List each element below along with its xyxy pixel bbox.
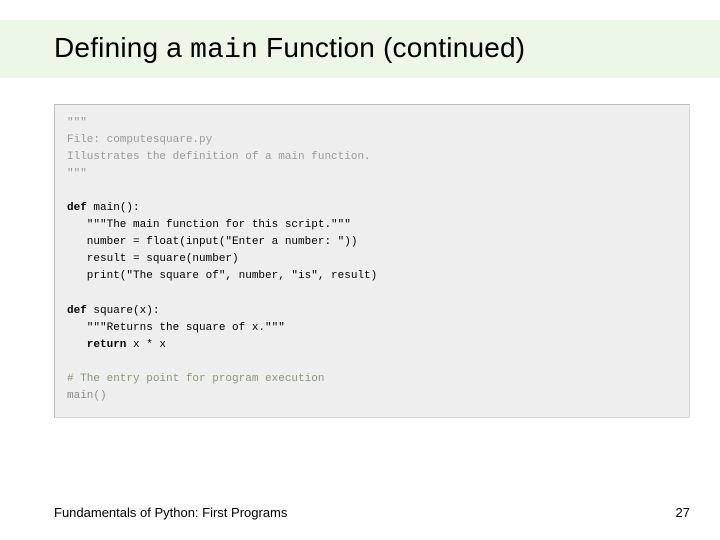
code-line: main() <box>67 390 107 402</box>
code-line: result = square(number) <box>67 253 239 265</box>
title-post: Function (continued) <box>258 32 525 63</box>
code-line: def <box>67 202 87 214</box>
footer-text: Fundamentals of Python: First Programs <box>54 505 287 520</box>
code-line: def <box>67 305 87 317</box>
page-number: 27 <box>676 505 690 520</box>
title-pre: Defining a <box>54 32 190 63</box>
code-line: """The main function for this script.""" <box>67 219 351 231</box>
code-line: print("The square of", number, "is", res… <box>67 270 377 282</box>
code-line: main(): <box>87 202 140 214</box>
title-mono: main <box>190 35 258 66</box>
code-line: # The entry point for program execution <box>67 373 324 385</box>
code-line: """ <box>67 168 87 180</box>
title-band: Defining a main Function (continued) <box>0 20 720 78</box>
code-line: number = float(input("Enter a number: ")… <box>67 236 357 248</box>
code-line: Illustrates the definition of a main fun… <box>67 151 371 163</box>
code-line: File: computesquare.py <box>67 134 212 146</box>
code-line: x * x <box>126 339 166 351</box>
code-block: """ File: computesquare.py Illustrates t… <box>54 104 690 418</box>
code-line: """Returns the square of x.""" <box>67 322 285 334</box>
code-line: square(x): <box>87 305 160 317</box>
code-line: return <box>67 339 126 351</box>
slide-title: Defining a main Function (continued) <box>54 32 525 66</box>
code-line: """ <box>67 117 87 129</box>
